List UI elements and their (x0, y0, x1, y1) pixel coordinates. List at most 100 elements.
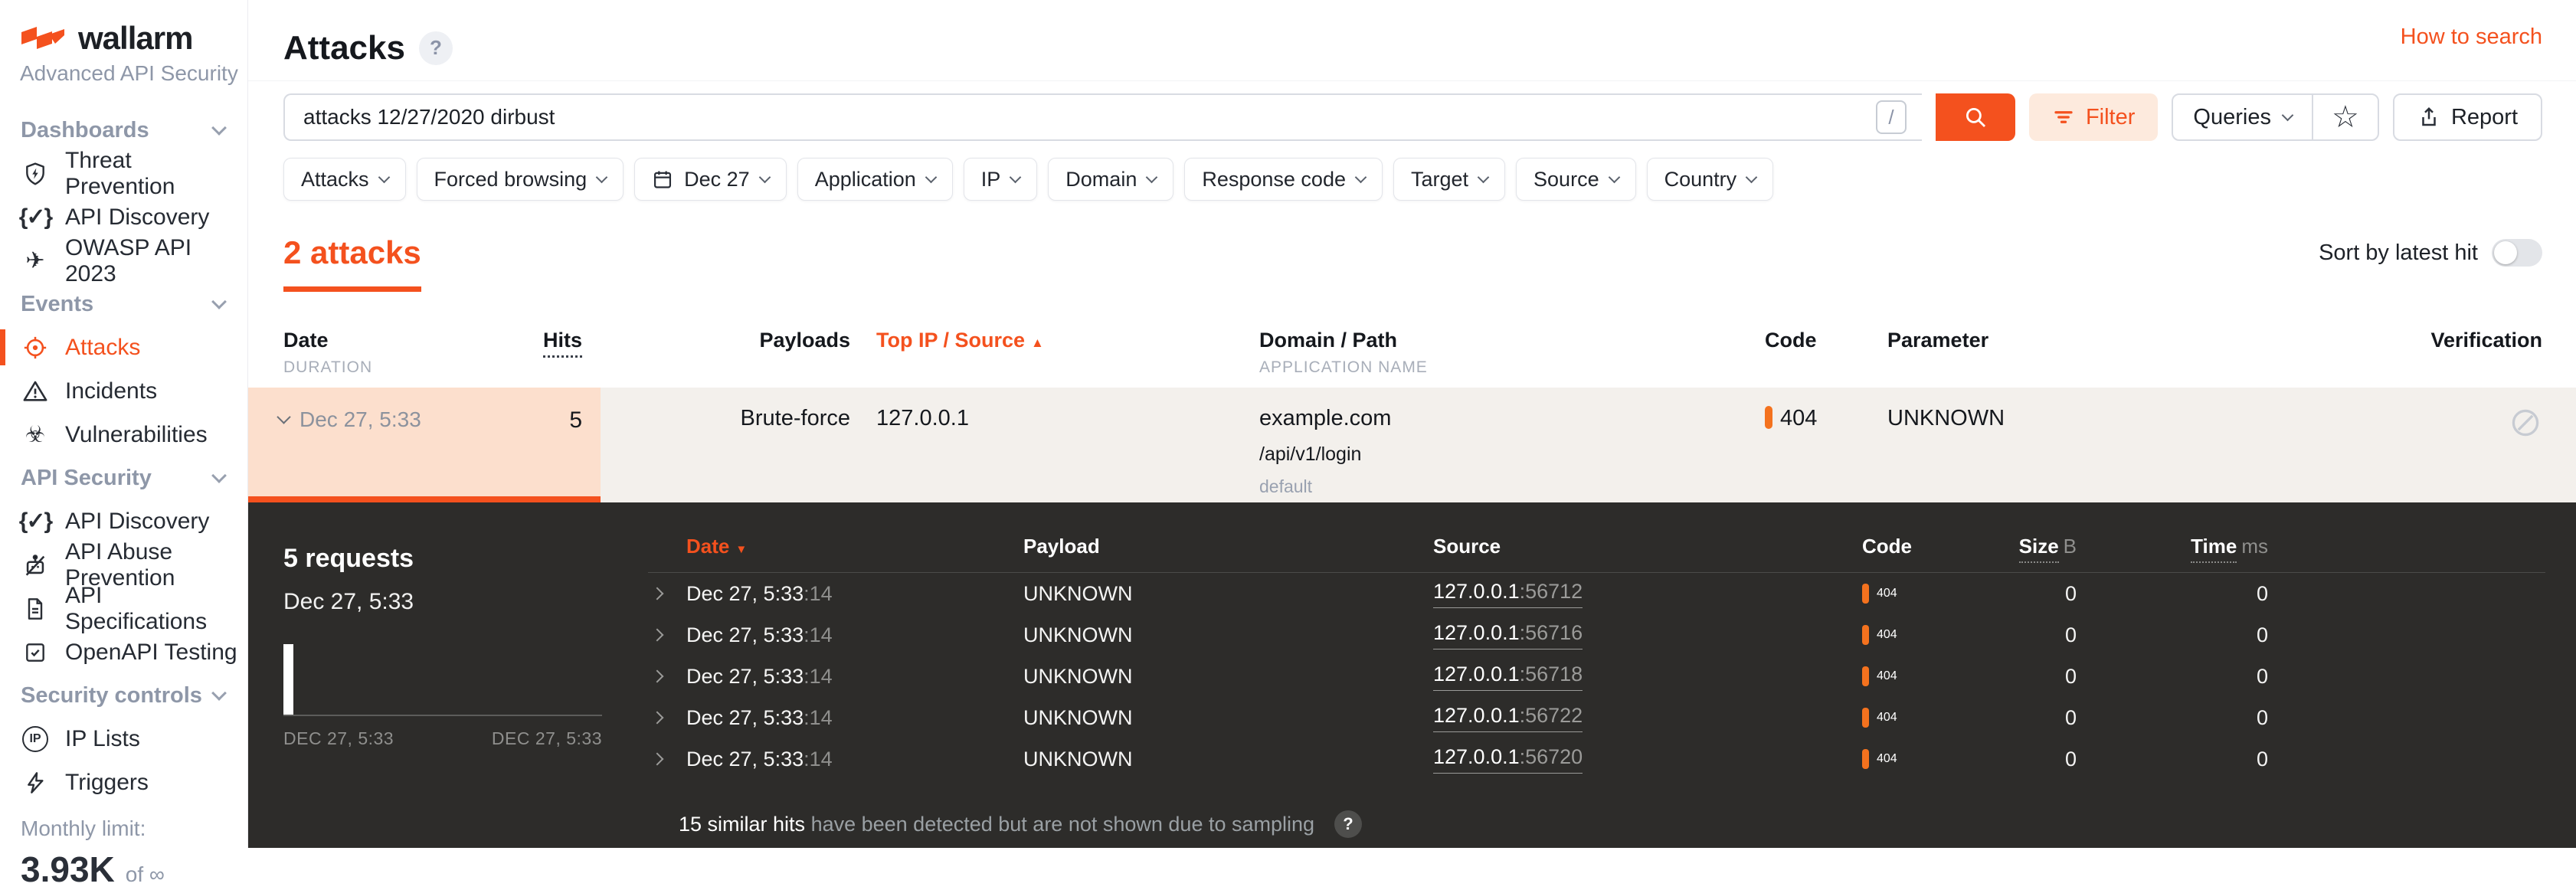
chip-target[interactable]: Target (1393, 158, 1506, 201)
chevron-down-icon (211, 120, 227, 136)
chip-country[interactable]: Country (1646, 158, 1774, 201)
bot-off-icon (21, 551, 50, 580)
sidebar-item-api-discovery-2[interactable]: {✓} API Discovery (0, 499, 247, 543)
chip-ip[interactable]: IP (963, 158, 1038, 201)
monthly-limit: Monthly limit: 3.93K of ∞ (0, 816, 247, 890)
chevron-down-icon (925, 171, 938, 184)
attack-count: 2 attacks (283, 234, 421, 292)
sidebar-section-dashboards[interactable]: Dashboards (0, 109, 247, 152)
attack-application: default (1259, 476, 1313, 496)
sidebar-item-api-discovery[interactable]: {✓} API Discovery (0, 195, 247, 239)
col-request-size[interactable]: Size B (2004, 535, 2077, 563)
request-row[interactable]: Dec 27, 5:33:14 UNKNOWN 127.0.0.1:56720 … (648, 738, 2545, 780)
chip-response-code[interactable]: Response code (1184, 158, 1383, 201)
request-row[interactable]: Dec 27, 5:33:14 UNKNOWN 127.0.0.1:56716 … (648, 614, 2545, 656)
favorite-star-icon[interactable]: ☆ (2313, 95, 2378, 139)
chip-date[interactable]: Dec 27 (634, 158, 787, 201)
paper-plane-icon: ✈ (25, 247, 45, 273)
collapse-chevron-icon[interactable] (277, 410, 291, 424)
sidebar-item-api-specifications[interactable]: API Specifications (0, 583, 247, 634)
request-source-link[interactable]: 127.0.0.1:56722 (1433, 704, 1583, 732)
sidebar-section-api-security[interactable]: API Security (0, 456, 247, 499)
chip-domain[interactable]: Domain (1048, 158, 1174, 201)
biohazard-icon: ☣ (25, 421, 46, 447)
sidebar-item-threat-prevention[interactable]: Threat Prevention (0, 148, 247, 199)
attack-date: Dec 27, 5:33 (299, 407, 421, 431)
expand-chevron-icon[interactable] (650, 711, 664, 725)
request-row[interactable]: Dec 27, 5:33:14 UNKNOWN 127.0.0.1:56722 … (648, 697, 2545, 738)
request-row[interactable]: Dec 27, 5:33:14 UNKNOWN 127.0.0.1:56718 … (648, 656, 2545, 697)
requests-date: Dec 27, 5:33 (283, 589, 414, 614)
sidebar-item-label: IP Lists (65, 725, 140, 751)
logo-text: wallarm (78, 20, 193, 56)
expand-chevron-icon[interactable] (650, 628, 664, 642)
chevron-down-icon (1608, 171, 1620, 184)
col-request-date[interactable]: Date ▼ (686, 535, 1023, 558)
calendar-icon (652, 169, 673, 190)
request-source-link[interactable]: 127.0.0.1:56712 (1433, 580, 1583, 608)
how-to-search-link[interactable]: How to search (2401, 25, 2542, 80)
attack-row[interactable]: Dec 27, 5:33 5 Brute-force 127.0.0.1 exa… (248, 388, 2576, 502)
col-request-time[interactable]: Time ms (2077, 535, 2268, 563)
sidebar-item-attacks[interactable]: Attacks (0, 326, 247, 369)
sidebar-section-events[interactable]: Events (0, 283, 247, 326)
histogram-start-label: DEC 27, 5:33 (283, 728, 394, 748)
col-top-ip-source[interactable]: Top IP / Source ▲ (876, 329, 1259, 352)
sidebar-item-ip-lists[interactable]: IP IP Lists (0, 717, 247, 761)
request-row[interactable]: Dec 27, 5:33:14 UNKNOWN 127.0.0.1:56712 … (648, 573, 2545, 614)
expand-chevron-icon[interactable] (650, 669, 664, 683)
chevron-down-icon (758, 171, 771, 184)
chevron-down-icon (378, 171, 390, 184)
attack-row-date-hits[interactable]: Dec 27, 5:33 5 (248, 388, 601, 502)
request-size: 0 (2064, 747, 2077, 771)
help-icon[interactable]: ? (418, 31, 453, 65)
request-source-link[interactable]: 127.0.0.1:56718 (1433, 663, 1583, 691)
queries-dropdown[interactable]: Queries (2173, 95, 2313, 139)
col-hits[interactable]: Hits (542, 329, 582, 358)
request-payload: UNKNOWN (1023, 623, 1133, 646)
request-size: 0 (2064, 581, 2077, 605)
sidebar-section-security-controls[interactable]: Security controls (0, 674, 247, 717)
sidebar-item-incidents[interactable]: Incidents (0, 369, 247, 413)
report-button[interactable]: Report (2392, 93, 2542, 141)
chip-attacks[interactable]: Attacks (283, 158, 406, 201)
chevron-down-icon (1745, 171, 1758, 184)
chevron-down-icon (1010, 171, 1022, 184)
sidebar-item-openapi-testing[interactable]: OpenAPI Testing (0, 630, 247, 674)
request-time: 0 (2256, 705, 2268, 729)
expand-chevron-icon[interactable] (650, 587, 664, 600)
col-verification: Verification (2430, 329, 2542, 352)
filter-chips: Attacks Forced browsing Dec 27 Applicati… (283, 158, 2542, 201)
sidebar-item-label: Incidents (65, 378, 158, 404)
page-header: Attacks ? How to search (248, 0, 2576, 81)
search-input[interactable] (283, 93, 1922, 141)
col-payloads: Payloads (759, 329, 850, 352)
chip-source[interactable]: Source (1516, 158, 1636, 201)
sidebar-item-api-abuse-prevention[interactable]: API Abuse Prevention (0, 539, 247, 591)
monthly-limit-label: Monthly limit: (21, 816, 146, 840)
sidebar-item-triggers[interactable]: Triggers (0, 761, 247, 804)
requests-table-header: Date ▼ Payload Source Code Size B Time ms (648, 535, 2545, 573)
sort-toggle-label: Sort by latest hit (2319, 240, 2478, 265)
requests-histogram: DEC 27, 5:33 DEC 27, 5:33 (283, 643, 602, 749)
section-label: API Security (21, 465, 152, 490)
sort-asc-icon: ▲ (1031, 335, 1044, 350)
sidebar-item-vulnerabilities[interactable]: ☣ Vulnerabilities (0, 413, 247, 456)
search-button[interactable] (1935, 93, 2015, 141)
request-time: 0 (2256, 623, 2268, 646)
logo[interactable]: wallarm (0, 20, 247, 57)
col-request-code: Code (1862, 535, 1912, 558)
sidebar-item-owasp-api-2023[interactable]: ✈ OWASP API 2023 (0, 235, 247, 286)
sort-toggle[interactable] (2492, 239, 2542, 267)
chevron-down-icon (211, 294, 227, 309)
filter-button[interactable]: Filter (2028, 93, 2159, 141)
expand-chevron-icon[interactable] (650, 752, 664, 766)
request-source-link[interactable]: 127.0.0.1:56716 (1433, 621, 1583, 650)
question-badge-icon[interactable]: ? (1334, 810, 1363, 838)
attack-domain-path: example.com /api/v1/login default (1259, 388, 1765, 502)
attack-code: 404 (1765, 388, 1887, 502)
chip-forced-browsing[interactable]: Forced browsing (416, 158, 624, 201)
request-code: 404 (1862, 708, 2004, 728)
chip-application[interactable]: Application (797, 158, 953, 201)
request-source-link[interactable]: 127.0.0.1:56720 (1433, 745, 1583, 774)
